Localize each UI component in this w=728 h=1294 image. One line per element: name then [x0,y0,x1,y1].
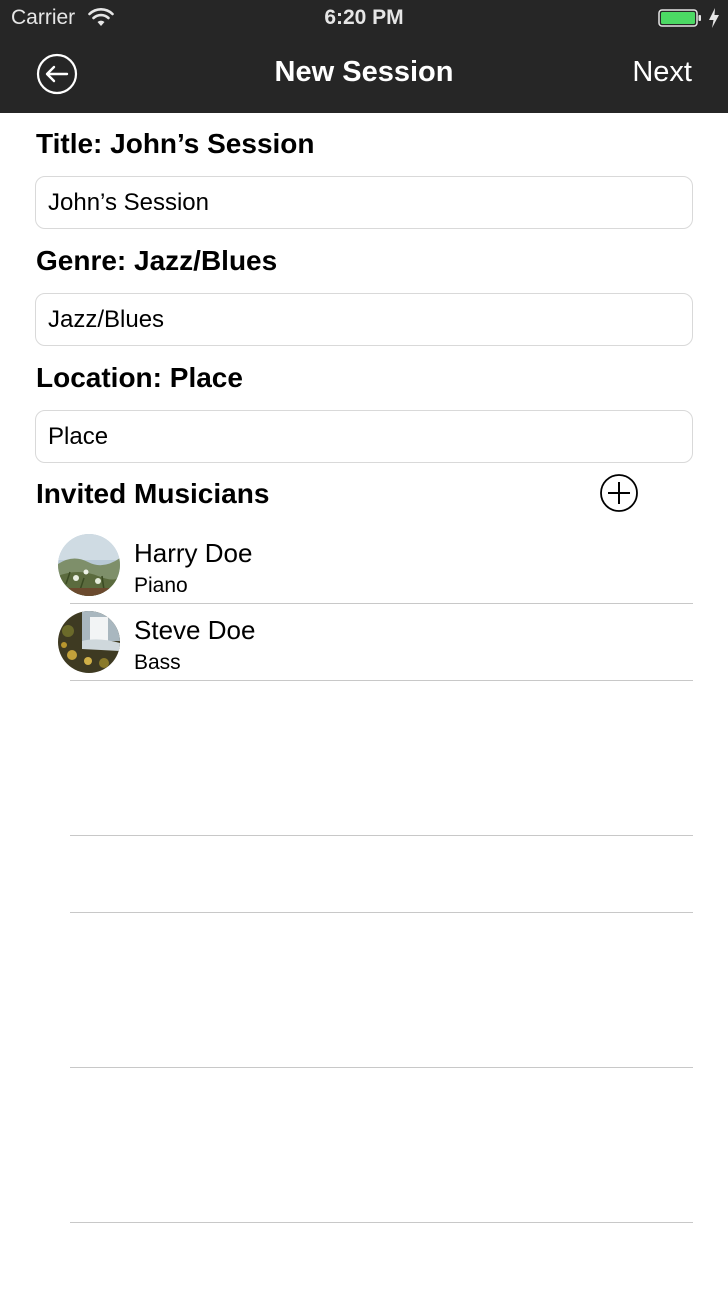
row-separator [70,912,693,913]
musician-name: Steve Doe [134,615,256,645]
navigation-bar: New Session Next [0,36,728,113]
musician-row[interactable]: Steve Doe Bass [0,605,728,682]
charging-bolt-icon [709,8,719,28]
battery-icon [658,9,701,27]
musician-instrument: Piano [134,574,188,597]
genre-input[interactable] [35,293,693,346]
musician-instrument: Bass [134,651,181,674]
status-bar: Carrier 6:20 PM [0,0,728,36]
avatar [58,534,120,596]
row-separator [70,1067,693,1068]
row-separator [70,1222,693,1223]
plus-circle-icon[interactable] [599,473,639,513]
row-separator [70,835,693,836]
status-time: 6:20 PM [324,6,404,29]
invited-musicians-heading: Invited Musicians [36,478,270,509]
page-title: New Session [274,56,454,88]
next-button[interactable]: Next [632,56,692,89]
row-separator [70,603,693,604]
title-label: Title: John’s Session [36,128,315,159]
row-separator [70,680,693,681]
musician-name: Harry Doe [134,538,253,568]
location-input[interactable] [35,410,693,463]
title-input[interactable] [35,176,693,229]
avatar [58,611,120,673]
location-label: Location: Place [36,362,243,393]
musician-row[interactable]: Harry Doe Piano [0,528,728,605]
genre-label: Genre: Jazz/Blues [36,245,278,276]
